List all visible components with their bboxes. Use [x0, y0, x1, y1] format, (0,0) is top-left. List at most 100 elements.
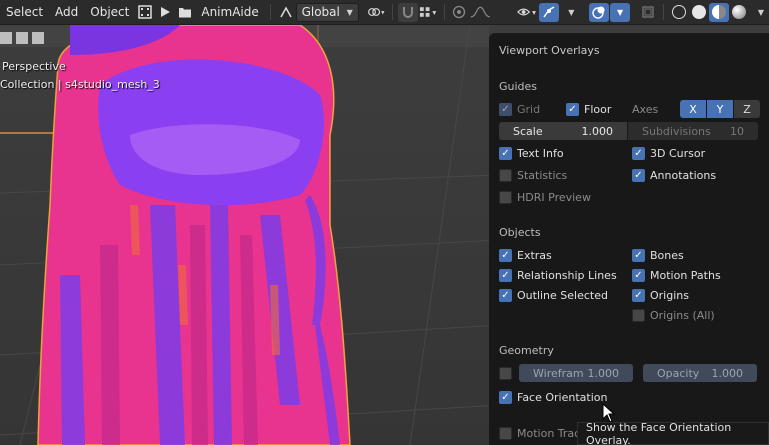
annotations-label: Annotations	[650, 168, 717, 182]
origins-all-checkbox[interactable]: Origins (All)	[632, 307, 715, 323]
svg-text:▾: ▾	[532, 8, 536, 17]
viewport-overlays-popover: Viewport Overlays Guides ✓ Grid ✓ Floor …	[489, 33, 769, 445]
checkbox-box	[499, 366, 512, 380]
relationship-lines-label: Relationship Lines	[517, 268, 617, 282]
chevron-down-icon: ▼	[346, 7, 353, 17]
extras-checkbox[interactable]: ✓ Extras	[499, 247, 552, 263]
face-orientation-label: Face Orientation	[517, 390, 608, 404]
scale-label: Scale	[513, 124, 543, 138]
wireframe-shading-icon[interactable]	[669, 3, 689, 22]
hdri-preview-label: HDRI Preview	[517, 190, 591, 204]
checkbox-box	[499, 168, 512, 182]
overlays-toggle-icon[interactable]	[589, 2, 610, 22]
axis-x-toggle[interactable]: X	[680, 100, 706, 118]
subdivisions-value: 10	[730, 124, 744, 138]
check-icon: ✓	[499, 146, 512, 160]
transform-orientation-select[interactable]: Global ▼	[295, 2, 359, 22]
check-icon: ✓	[499, 248, 512, 262]
axes-label: Axes	[632, 102, 659, 116]
xray-icon[interactable]	[638, 3, 658, 22]
annotations-checkbox[interactable]: ✓ Annotations	[632, 167, 716, 183]
check-icon: ✓	[566, 102, 579, 116]
grid-label: Grid	[517, 102, 541, 116]
falloff-icon[interactable]	[469, 3, 492, 22]
solid-shading-icon[interactable]	[689, 3, 709, 22]
opacity-value: 1.000	[711, 366, 744, 380]
bones-label: Bones	[650, 248, 684, 262]
motion-tracking-checkbox[interactable]: Motion Trac	[499, 425, 580, 441]
material-preview-icon[interactable]	[708, 2, 729, 22]
check-icon: ✓	[632, 146, 645, 160]
extras-label: Extras	[517, 248, 552, 262]
timeline-icon[interactable]	[135, 3, 155, 22]
wireframe-value: 1.000	[587, 366, 620, 380]
menu-object[interactable]: Object	[84, 0, 135, 25]
check-icon: ✓	[499, 288, 512, 302]
svg-text:▾: ▾	[381, 9, 385, 17]
statistics-label: Statistics	[517, 168, 568, 182]
scale-value: 1.000	[581, 124, 614, 138]
check-icon: ✓	[632, 168, 645, 182]
menu-add[interactable]: Add	[49, 0, 84, 25]
origins-checkbox[interactable]: ✓ Origins	[632, 287, 689, 303]
axis-z-toggle[interactable]: Z	[734, 100, 760, 118]
checkbox-box	[499, 426, 512, 440]
floor-label: Floor	[584, 102, 612, 116]
grid-checkbox[interactable]: ✓ Grid	[499, 101, 540, 117]
statistics-checkbox[interactable]: Statistics	[499, 167, 567, 183]
outline-selected-label: Outline Selected	[517, 288, 608, 302]
face-orientation-checkbox[interactable]: ✓ Face Orientation	[499, 389, 607, 405]
folder-icon[interactable]	[175, 3, 195, 22]
text-info-label: Text Info	[517, 146, 564, 160]
3d-cursor-checkbox[interactable]: ✓ 3D Cursor	[632, 145, 705, 161]
pivot-point-icon[interactable]: ▾	[367, 3, 387, 22]
axes-toggle-group: X Y Z	[680, 100, 760, 118]
play-icon[interactable]	[155, 3, 175, 22]
motion-paths-label: Motion Paths	[650, 268, 721, 282]
checkbox-box	[499, 190, 512, 204]
text-info-checkbox[interactable]: ✓ Text Info	[499, 145, 564, 161]
subdivisions-label: Subdivisions	[642, 124, 711, 138]
subdivisions-field[interactable]: Subdivisions 10	[628, 122, 758, 140]
proportional-edit-icon[interactable]	[449, 3, 469, 22]
opacity-field[interactable]: Opacity 1.000	[643, 364, 757, 382]
3d-cursor-label: 3D Cursor	[650, 146, 706, 160]
bones-checkbox[interactable]: ✓ Bones	[632, 247, 684, 263]
opacity-label: Opacity	[657, 366, 700, 380]
menu-select[interactable]: Select	[0, 0, 49, 25]
separator	[663, 4, 664, 20]
transform-orientation-value: Global	[301, 5, 340, 19]
axes-label-row: Axes	[632, 101, 658, 117]
relationship-lines-checkbox[interactable]: ✓ Relationship Lines	[499, 267, 617, 283]
axis-y-toggle[interactable]: Y	[707, 100, 733, 118]
visibility-eye-icon[interactable]: ▾	[516, 3, 540, 22]
animaide-menu[interactable]: AnimAide	[195, 0, 264, 25]
guides-heading: Guides	[499, 80, 538, 93]
origins-label: Origins	[650, 288, 689, 302]
checkbox-box	[632, 308, 645, 322]
snap-icon[interactable]	[397, 2, 418, 22]
scale-field[interactable]: Scale 1.000	[499, 122, 627, 140]
outline-selected-checkbox[interactable]: ✓ Outline Selected	[499, 287, 608, 303]
rendered-shading-icon[interactable]	[729, 3, 749, 22]
check-icon: ✓	[632, 268, 645, 282]
tooltip: Show the Face Orientation Overlay.	[577, 421, 769, 445]
panel-title: Viewport Overlays	[499, 44, 600, 57]
overlays-dropdown-icon[interactable]: ▼	[610, 2, 631, 22]
snap-target-icon[interactable]: ▾	[418, 3, 439, 22]
geometry-heading: Geometry	[499, 344, 554, 357]
floor-checkbox[interactable]: ✓ Floor	[566, 101, 611, 117]
separator	[269, 4, 271, 20]
motion-tracking-label: Motion Trac	[517, 426, 581, 440]
check-icon: ✓	[499, 390, 512, 404]
transform-orientation-icon	[276, 3, 296, 22]
gizmo-dropdown-icon[interactable]: ▼	[559, 3, 579, 22]
wireframe-checkbox[interactable]	[499, 365, 517, 381]
wireframe-field[interactable]: Wirefram 1.000	[519, 364, 633, 382]
motion-paths-checkbox[interactable]: ✓ Motion Paths	[632, 267, 721, 283]
objects-heading: Objects	[499, 226, 541, 239]
shading-dropdown-icon[interactable]: ▼	[749, 3, 769, 22]
check-icon: ✓	[632, 248, 645, 262]
hdri-preview-checkbox[interactable]: HDRI Preview	[499, 189, 591, 205]
gizmo-toggle-icon[interactable]	[539, 2, 560, 22]
